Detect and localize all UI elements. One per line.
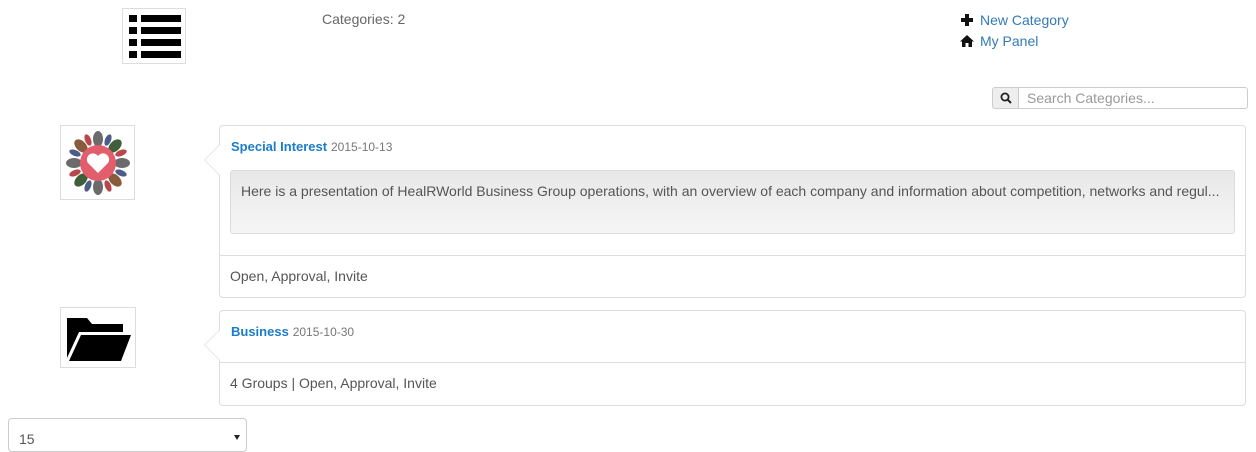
category-thumbnail[interactable] [60, 125, 135, 200]
category-date: 2015-10-13 [331, 140, 393, 154]
per-page-value: 15 [19, 431, 35, 447]
top-actions: New Category My Panel [960, 10, 1069, 52]
category-footer: Open, Approval, Invite [220, 255, 1245, 297]
card-pointer [204, 329, 220, 361]
card-header: Special Interest 2015-10-13 [220, 126, 1245, 166]
category-description: Here is a presentation of HealRWorld Bus… [230, 170, 1235, 234]
plus-icon [961, 14, 973, 26]
chevron-down-icon [234, 435, 240, 440]
card-pointer [204, 144, 220, 176]
category-title-link[interactable]: Business [231, 324, 289, 339]
category-title-link[interactable]: Special Interest [231, 139, 327, 154]
card-header: Business 2015-10-30 [220, 311, 1245, 351]
category-date: 2015-10-30 [292, 325, 355, 339]
category-card: Special Interest 2015-10-13 Here is a pr… [204, 125, 1246, 298]
category-thumbnail[interactable] [60, 307, 136, 368]
categories-count: Categories: 2 [322, 11, 406, 27]
search-input[interactable] [1018, 87, 1248, 109]
search-box [992, 87, 1248, 109]
new-category-label: New Category [980, 12, 1069, 28]
search-addon[interactable] [992, 87, 1018, 109]
home-icon [960, 35, 974, 47]
search-icon [1000, 92, 1012, 104]
new-category-link[interactable]: New Category [960, 10, 1069, 30]
category-card: Business 2015-10-30 4 Groups | Open, App… [204, 310, 1246, 406]
category-footer: 4 Groups | Open, Approval, Invite [220, 362, 1245, 405]
categories-list-icon-box [122, 8, 186, 64]
folder-open-icon [67, 317, 131, 361]
per-page-select[interactable]: 15 [8, 418, 247, 452]
my-panel-label: My Panel [980, 33, 1039, 49]
my-panel-link[interactable]: My Panel [960, 31, 1069, 51]
list-icon [129, 15, 181, 58]
heart-flower-image [65, 130, 130, 195]
